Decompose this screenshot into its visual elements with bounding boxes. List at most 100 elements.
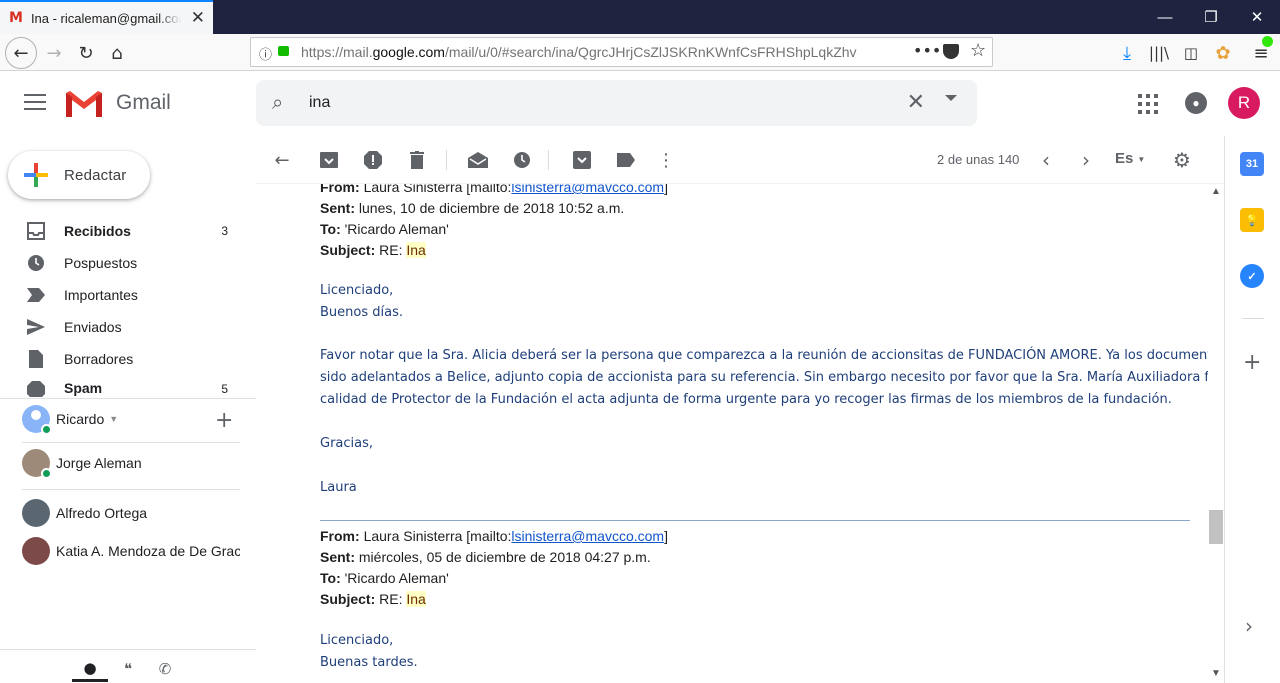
search-options-icon[interactable] xyxy=(945,95,957,101)
close-window-icon[interactable]: ✕ xyxy=(1234,0,1280,34)
divider xyxy=(22,442,240,443)
body-line: sido adelantados a Belice, adjunto copia… xyxy=(320,370,1208,385)
move-to-icon[interactable] xyxy=(570,148,594,172)
chevron-down-icon[interactable]: ▼ xyxy=(109,414,118,424)
tab-title: Ina - ricaleman@gmail.com - Gmail xyxy=(30,10,181,26)
compose-button[interactable]: Redactar xyxy=(8,151,150,199)
download-icon[interactable]: ⤓ xyxy=(1112,38,1142,68)
page-actions-icon[interactable]: ••• xyxy=(913,41,941,60)
new-conversation-icon[interactable]: + xyxy=(215,408,233,433)
spam-icon xyxy=(26,380,46,397)
calendar-icon[interactable]: 31 xyxy=(1240,152,1264,176)
url-bar[interactable]: ⓘ https://mail.google.com/mail/u/0/#sear… xyxy=(250,37,993,67)
folder-spam[interactable]: Spam 5 xyxy=(0,375,248,397)
lock-icon xyxy=(278,46,289,56)
email-link[interactable]: lsinisterra@mavcco.com xyxy=(511,184,664,195)
restore-window-icon[interactable]: ❐ xyxy=(1188,0,1234,34)
search-highlight: Ina xyxy=(406,242,426,258)
header-to: To: 'Ricardo Aleman' xyxy=(320,570,449,586)
pocket-icon[interactable] xyxy=(943,44,959,59)
email-link[interactable]: lsinisterra@mavcco.com xyxy=(511,528,664,544)
library-icon[interactable]: |||\ xyxy=(1144,38,1174,68)
folder-inbox[interactable]: Recibidos 3 xyxy=(0,215,248,247)
scroll-down-icon[interactable]: ▼ xyxy=(1211,668,1221,679)
greeting: Licenciado, xyxy=(320,633,394,648)
chevron-down-icon: ▼ xyxy=(1137,154,1146,164)
reload-icon[interactable]: ↻ xyxy=(71,38,101,68)
greeting: Buenas tardes. xyxy=(320,655,418,670)
google-apps-icon[interactable] xyxy=(1138,94,1158,114)
message-scrollbar[interactable]: ▲ ▼ xyxy=(1208,184,1224,683)
sidebar-icon[interactable]: ◫ xyxy=(1176,38,1206,68)
settings-gear-icon[interactable]: ⚙ xyxy=(1170,148,1194,172)
expand-panel-icon[interactable]: › xyxy=(1245,614,1253,638)
folder-snoozed[interactable]: Pospuestos xyxy=(0,247,248,279)
greeting: Licenciado, xyxy=(320,283,394,298)
label-icon[interactable] xyxy=(614,148,638,172)
newer-icon[interactable]: › xyxy=(1074,148,1098,172)
search-icon[interactable]: ⌕ xyxy=(272,90,283,114)
search-bar[interactable]: ⌕ ina ✕ xyxy=(256,80,977,126)
info-icon[interactable]: ⓘ xyxy=(259,44,272,63)
compose-plus-icon xyxy=(24,163,48,187)
forward-icon[interactable]: → xyxy=(39,38,69,68)
contacts-person-icon[interactable]: ● xyxy=(72,656,108,682)
folder-label: Pospuestos xyxy=(64,255,138,271)
tasks-icon[interactable]: ✓ xyxy=(1240,264,1264,288)
spam-count: 5 xyxy=(221,382,228,396)
tab-close-icon[interactable]: ✕ xyxy=(191,8,205,28)
snooze-icon[interactable] xyxy=(510,148,534,172)
contact-item[interactable]: Jorge Aleman xyxy=(22,447,142,479)
inbox-icon xyxy=(26,221,46,241)
home-icon[interactable]: ⌂ xyxy=(102,38,132,68)
more-options-icon[interactable]: ⋮ xyxy=(654,148,678,172)
body-line: Favor notar que la Sra. Alicia deberá se… xyxy=(320,348,1208,363)
scrollbar-thumb[interactable] xyxy=(1209,510,1223,544)
extension-icon[interactable]: ✿ xyxy=(1208,38,1238,68)
url-text[interactable]: https://mail.google.com/mail/u/0/#search… xyxy=(301,44,857,60)
gmail-favicon-icon: M xyxy=(9,10,23,26)
main-menu-icon[interactable] xyxy=(24,94,46,112)
folder-important[interactable]: Importantes xyxy=(0,279,248,311)
contact-item[interactable]: Katia A. Mendoza de De Gracia xyxy=(22,535,240,567)
header-sent: Sent: lunes, 10 de diciembre de 2018 10:… xyxy=(320,200,625,216)
back-icon[interactable]: ← xyxy=(5,37,37,69)
header-to: To: 'Ricardo Aleman' xyxy=(320,221,449,237)
bookmark-star-icon[interactable]: ☆ xyxy=(970,40,986,61)
divider xyxy=(548,150,549,170)
important-icon xyxy=(26,285,46,305)
browser-tab[interactable]: M Ina - ricaleman@gmail.com - Gmail ✕ xyxy=(0,0,213,34)
archive-icon[interactable] xyxy=(317,148,341,172)
clock-icon xyxy=(26,253,46,273)
folder-label: Borradores xyxy=(64,351,134,367)
get-addons-icon[interactable]: + xyxy=(1243,350,1261,375)
delete-icon[interactable] xyxy=(405,148,429,172)
report-spam-icon[interactable] xyxy=(361,148,385,172)
contact-item[interactable]: Alfredo Ortega xyxy=(22,497,147,529)
divider xyxy=(0,398,256,399)
back-to-search-icon[interactable]: ← xyxy=(270,148,294,172)
language-label: Es xyxy=(1115,150,1134,167)
hangouts-me[interactable]: Ricardo ▼ xyxy=(22,403,118,435)
minimize-window-icon[interactable]: — xyxy=(1142,0,1188,34)
search-input[interactable]: ina xyxy=(309,94,330,112)
older-icon[interactable]: ‹ xyxy=(1034,148,1058,172)
greeting: Buenos días. xyxy=(320,305,403,320)
phone-icon[interactable]: ✆ xyxy=(147,656,183,682)
folder-sent[interactable]: Enviados xyxy=(0,311,248,343)
mark-unread-icon[interactable] xyxy=(466,148,490,172)
scroll-up-icon[interactable]: ▲ xyxy=(1211,186,1221,197)
message-body: From: Laura Sinisterra [mailto:lsinister… xyxy=(256,184,1208,683)
gmail-wordmark[interactable]: Gmail xyxy=(116,91,171,115)
avatar xyxy=(22,537,50,565)
clear-search-icon[interactable]: ✕ xyxy=(907,89,925,115)
keep-icon[interactable]: 💡 xyxy=(1240,208,1264,232)
account-avatar[interactable]: R xyxy=(1228,87,1260,119)
gmail-logo-icon[interactable] xyxy=(64,89,104,124)
folder-label: Spam xyxy=(64,380,103,396)
hangouts-chat-icon[interactable]: ❝ xyxy=(110,656,146,682)
notifications-icon[interactable]: ● xyxy=(1185,92,1207,114)
hangouts-username: Ricardo xyxy=(56,411,105,427)
folder-drafts[interactable]: Borradores xyxy=(0,343,248,375)
input-tools-button[interactable]: Es ▼ xyxy=(1115,150,1145,167)
